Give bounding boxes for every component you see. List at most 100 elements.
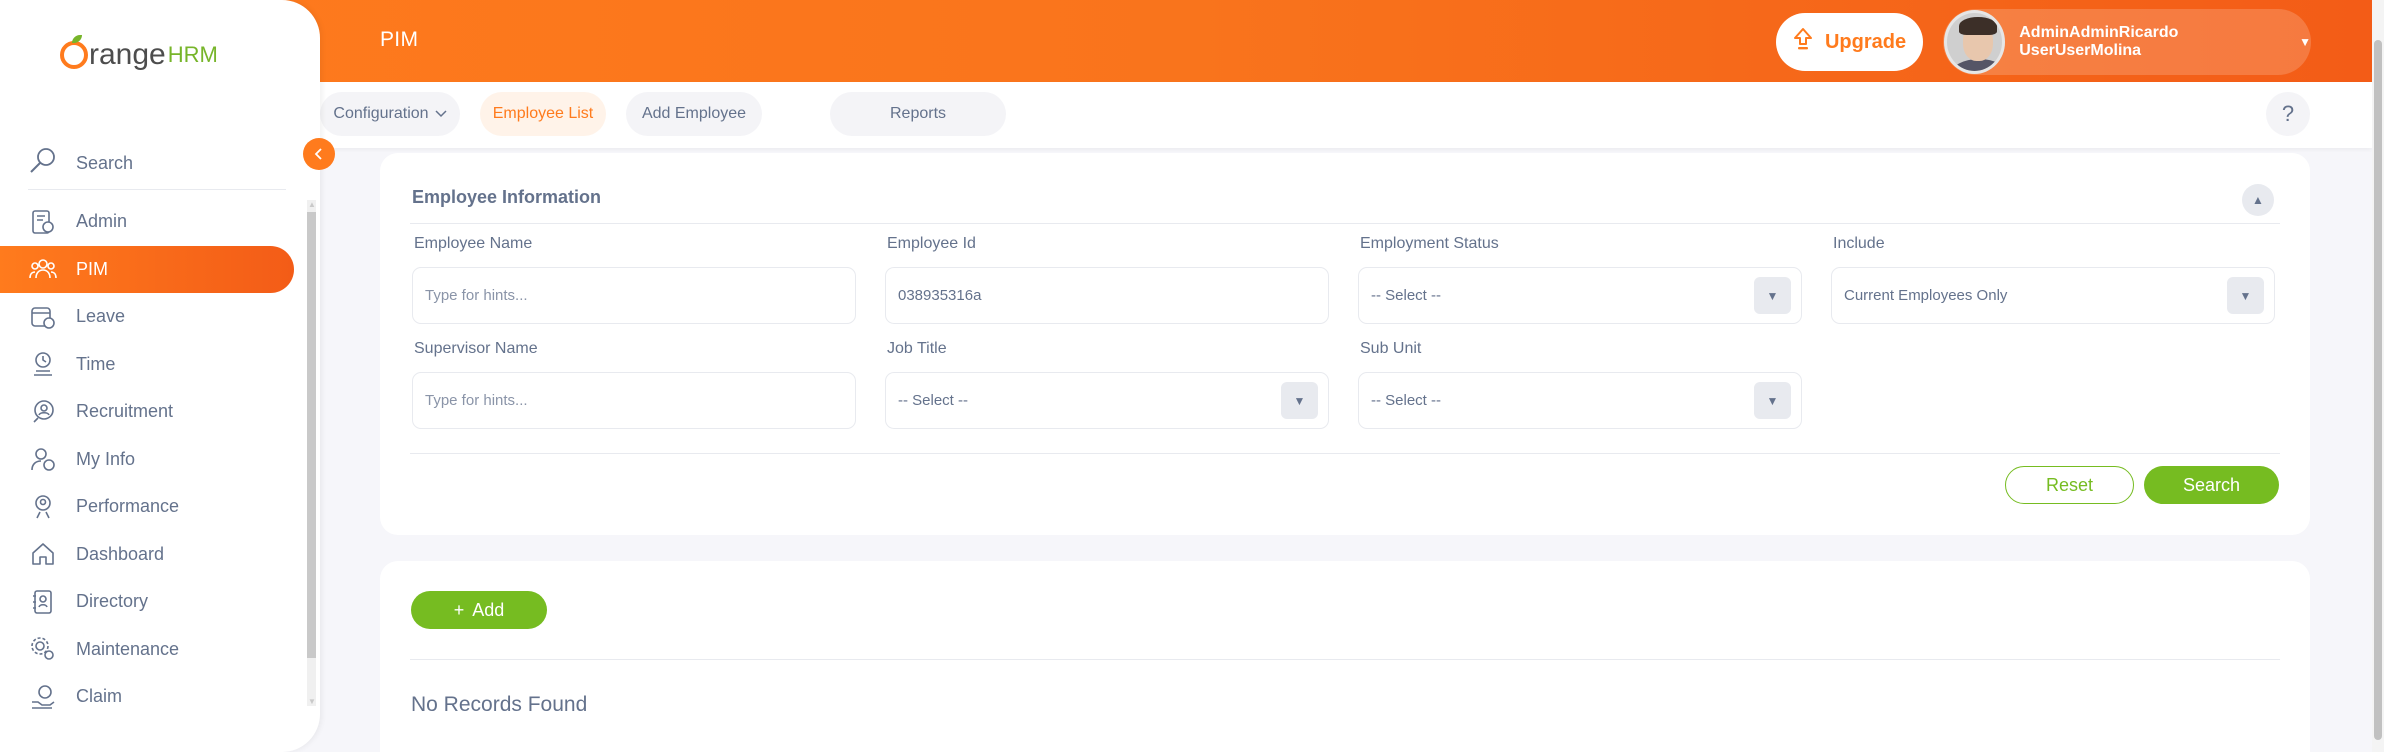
sidebar-item-label: Performance [76,496,180,517]
page-title: PIM [380,28,419,51]
employee-name-label: Employee Name [414,235,533,252]
admin-icon [28,207,58,237]
sidebar-item-label: Claim [76,686,123,707]
search-button[interactable]: Search [2144,466,2279,504]
tab-add-employee[interactable]: Add Employee [626,92,762,136]
sidebar-item-maintenance[interactable]: Maintenance [0,626,294,674]
dropdown-caret-icon[interactable]: ▼ [2227,277,2264,314]
employment-status-select[interactable]: -- Select -- ▼ [1358,267,1802,324]
divider [410,659,2280,660]
job-title-field: Job Title -- Select -- ▼ [885,340,1329,429]
collapse-filter-button[interactable]: ▲ [2242,184,2274,216]
sidebar-item-directory[interactable]: Directory [0,578,294,626]
avatar [1944,10,2006,74]
logo-orange-icon [60,35,88,69]
directory-icon [28,587,58,617]
sidebar-item-claim[interactable]: Claim [0,673,294,721]
dashboard-icon [28,539,58,569]
sidebar-item-label: My Info [76,448,136,469]
performance-icon [28,492,58,522]
sidebar-item-label: Time [76,353,116,374]
sidebar-item-pim[interactable]: PIM [0,245,294,293]
job-title-select[interactable]: -- Select -- ▼ [885,372,1329,429]
orangehrm-logo[interactable]: range HRM [60,35,218,72]
sidebar-item-label: PIM [76,258,109,279]
include-select[interactable]: Current Employees Only ▼ [1831,267,2275,324]
upgrade-button[interactable]: Upgrade [1776,13,1923,71]
tab-configuration-label: Configuration [333,105,429,122]
collapse-sidebar-button[interactable] [303,138,335,170]
sidebar-item-dashboard[interactable]: Dashboard [0,531,294,579]
sidebar-item-admin[interactable]: Admin [0,198,294,246]
scroll-up-icon[interactable]: ▲ [308,200,316,209]
leave-icon [28,302,58,332]
search-icon [28,146,58,181]
supervisor-name-label: Supervisor Name [414,340,538,357]
sidebar-search[interactable]: Search [28,138,286,190]
top-bar: PIM Upgrade AdminAdminRicardo UserUserMo… [0,0,2372,82]
sidebar-item-performance[interactable]: Performance [0,483,294,531]
chevron-down-icon [435,105,447,123]
sub-unit-field: Sub Unit -- Select -- ▼ [1358,340,1802,429]
reset-button[interactable]: Reset [2005,466,2134,504]
sub-unit-select[interactable]: -- Select -- ▼ [1358,372,1802,429]
sidebar-menu: Admin PIM Leave Time Recruitment My Info… [0,198,294,721]
sidebar-item-label: Admin [76,211,128,232]
tab-configuration[interactable]: Configuration [320,92,460,136]
sidebar-item-time[interactable]: Time [0,341,294,389]
tab-employee-list[interactable]: Employee List [480,92,606,136]
employment-status-value: -- Select -- [1371,287,1442,304]
include-value: Current Employees Only [1844,287,2008,304]
no-records-message: No Records Found [411,693,588,716]
employee-id-label: Employee Id [887,235,976,252]
caret-down-icon: ▼ [2299,35,2311,49]
sub-unit-label: Sub Unit [1360,340,1422,357]
dropdown-caret-icon[interactable]: ▼ [1754,277,1791,314]
caret-up-icon: ▲ [2252,193,2264,207]
sidebar-search-label: Search [76,153,134,173]
dropdown-caret-icon[interactable]: ▼ [1281,382,1318,419]
upgrade-label: Upgrade [1824,30,1907,53]
tab-reports-label: Reports [889,105,947,122]
tab-reports[interactable]: Reports [830,92,1006,136]
supervisor-name-field: Supervisor Name Type for hints... [412,340,856,429]
sub-unit-value: -- Select -- [1371,392,1442,409]
time-icon [28,349,58,379]
add-employee-button[interactable]: + Add [411,591,547,629]
dropdown-caret-icon[interactable]: ▼ [1754,382,1791,419]
page-scrollbar[interactable] [2372,0,2384,752]
scroll-down-icon[interactable]: ▼ [308,697,316,706]
help-button[interactable]: ? [2266,92,2310,136]
tab-employee-list-label: Employee List [492,105,594,122]
user-name: AdminAdminRicardo UserUserMolina [2019,24,2179,59]
sidebar-scrollbar[interactable]: ▲ ▼ [307,200,316,706]
include-field: Include Current Employees Only ▼ [1831,235,2275,324]
employee-id-field: Employee Id 038935316a [885,235,1329,324]
employee-name-field: Employee Name Type for hints... [412,235,856,324]
employee-results-card: + Add No Records Found [380,561,2310,752]
plus-icon: + [453,599,465,620]
filter-heading: Employee Information [412,187,602,207]
job-title-value: -- Select -- [898,392,969,409]
sidebar-item-my-info[interactable]: My Info [0,436,294,484]
job-title-label: Job Title [887,340,947,357]
employee-name-input[interactable]: Type for hints... [412,267,856,324]
divider [410,223,2280,224]
sidebar-item-label: Maintenance [76,638,180,659]
tab-add-employee-label: Add Employee [641,105,747,122]
sidebar-item-label: Recruitment [76,401,174,422]
supervisor-name-input[interactable]: Type for hints... [412,372,856,429]
sidebar-item-leave[interactable]: Leave [0,293,294,341]
top-navigation: Configuration Employee List Add Employee… [320,82,2372,148]
page-scrollbar-thumb[interactable] [2374,40,2382,740]
sidebar-scrollbar-thumb[interactable] [307,212,316,658]
user-menu[interactable]: AdminAdminRicardo UserUserMolina ▼ [1943,9,2311,75]
chevron-left-icon [314,144,324,165]
employee-filter-card: Employee Information ▲ Employee Name Typ… [380,153,2310,535]
upgrade-icon [1793,27,1813,57]
sidebar-item-recruitment[interactable]: Recruitment [0,388,294,436]
employee-id-input[interactable]: 038935316a [885,267,1329,324]
sidebar-item-label: Leave [76,306,126,327]
logo-text: range [89,38,166,71]
logo-suffix: HRM [167,42,218,67]
